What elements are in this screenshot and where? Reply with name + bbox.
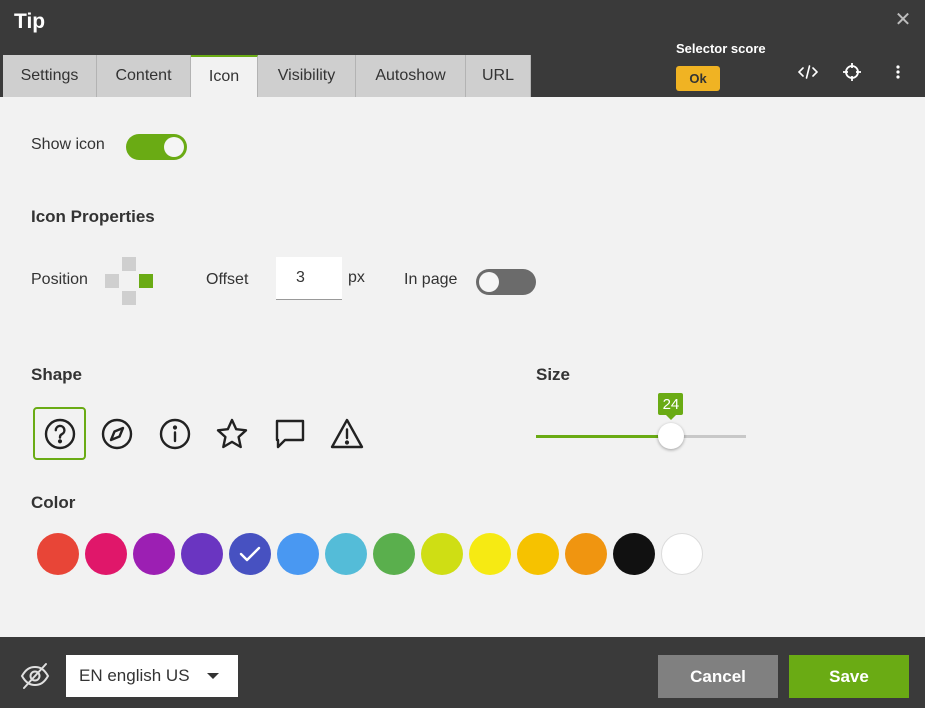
position-right[interactable] — [139, 274, 153, 288]
color-swatch[interactable] — [85, 533, 127, 575]
color-swatch[interactable] — [37, 533, 79, 575]
toggle-knob — [479, 272, 499, 292]
size-slider[interactable] — [536, 435, 746, 438]
position-label: Position — [31, 271, 88, 288]
color-swatch[interactable] — [421, 533, 463, 575]
dialog-title: Tip — [14, 10, 46, 33]
color-swatch[interactable] — [277, 533, 319, 575]
color-heading: Color — [31, 493, 76, 512]
color-swatch[interactable] — [325, 533, 367, 575]
color-swatch[interactable] — [229, 533, 271, 575]
show-icon-label: Show icon — [31, 136, 105, 153]
shape-compass-button[interactable] — [90, 407, 143, 460]
tab-icon[interactable]: Icon — [191, 55, 258, 97]
info-circle-icon — [159, 418, 190, 449]
question-circle-icon — [44, 418, 75, 449]
shape-chat-button[interactable] — [263, 407, 316, 460]
code-icon[interactable] — [796, 60, 820, 84]
star-icon — [216, 418, 247, 448]
warning-triangle-icon — [330, 418, 363, 448]
chat-bubble-icon — [275, 419, 304, 448]
shape-heading: Shape — [31, 365, 83, 384]
crosshair-icon[interactable] — [840, 60, 864, 84]
position-bottom[interactable] — [122, 291, 136, 305]
size-slider-fill — [536, 435, 672, 438]
shape-info-button[interactable] — [148, 407, 201, 460]
selector-score-label: Selector score — [676, 41, 766, 56]
tab-settings[interactable]: Settings — [3, 55, 97, 97]
shape-question-button[interactable] — [33, 407, 86, 460]
position-left[interactable] — [105, 274, 119, 288]
offset-input[interactable] — [276, 257, 342, 300]
selector-score-badge: Ok — [676, 66, 720, 91]
color-swatch[interactable] — [469, 533, 511, 575]
cancel-button[interactable]: Cancel — [658, 655, 778, 698]
color-swatch[interactable] — [373, 533, 415, 575]
in-page-toggle[interactable] — [476, 269, 536, 295]
close-icon[interactable]: ✕ — [893, 10, 913, 30]
color-swatch[interactable] — [133, 533, 175, 575]
size-value-tooltip: 24 — [658, 393, 684, 420]
compass-icon — [101, 418, 132, 449]
language-select-value: EN english US — [79, 666, 190, 685]
toggle-knob — [164, 137, 184, 157]
shape-warning-button[interactable] — [320, 407, 373, 460]
size-slider-thumb[interactable] — [658, 423, 685, 449]
more-vert-icon[interactable] — [886, 60, 910, 84]
show-icon-toggle[interactable] — [126, 134, 187, 160]
color-swatch[interactable] — [181, 533, 223, 575]
tab-visibility[interactable]: Visibility — [258, 55, 356, 97]
icon-properties-heading: Icon Properties — [31, 207, 155, 226]
position-picker — [105, 257, 153, 305]
check-icon — [239, 546, 261, 562]
caret-down-icon — [207, 673, 219, 679]
offset-unit: px — [348, 269, 365, 286]
color-swatch[interactable] — [661, 533, 703, 575]
color-swatch[interactable] — [565, 533, 607, 575]
color-swatch[interactable] — [517, 533, 559, 575]
save-button[interactable]: Save — [789, 655, 909, 698]
eye-slash-icon[interactable] — [20, 661, 50, 691]
position-top[interactable] — [122, 257, 136, 271]
tab-autoshow[interactable]: Autoshow — [356, 55, 466, 97]
size-heading: Size — [536, 365, 571, 384]
in-page-label: In page — [404, 271, 458, 288]
color-swatch[interactable] — [613, 533, 655, 575]
tab-bar: Settings Content Icon Visibility Autosho… — [3, 55, 531, 97]
tab-url[interactable]: URL — [466, 55, 531, 97]
shape-star-button[interactable] — [205, 407, 258, 460]
offset-label: Offset — [206, 271, 249, 288]
tab-content[interactable]: Content — [97, 55, 191, 97]
language-select[interactable]: EN english US — [66, 655, 238, 697]
